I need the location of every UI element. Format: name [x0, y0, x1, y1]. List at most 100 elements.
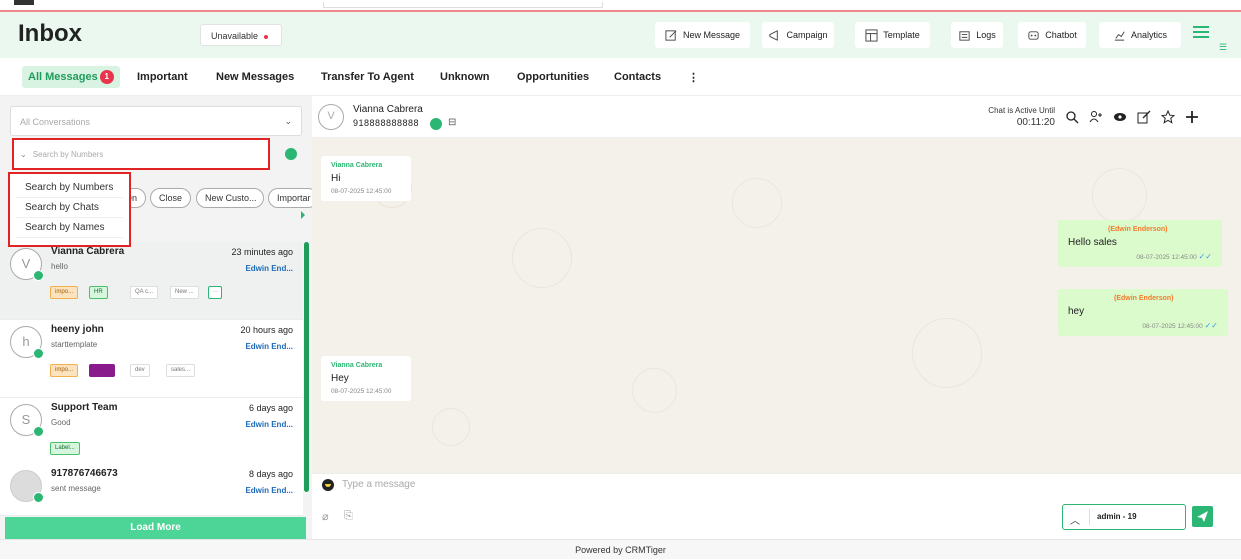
- send-button[interactable]: [1192, 506, 1213, 527]
- edit-icon[interactable]: [1137, 110, 1151, 124]
- attachment-icon[interactable]: ⌀: [322, 510, 329, 523]
- search-option-names[interactable]: Search by Names: [16, 218, 123, 238]
- last-message-preview: hello: [51, 262, 68, 271]
- tab-all-messages-label: All Messages: [28, 71, 98, 83]
- chat-contact-phone: 918888888888: [353, 118, 420, 128]
- send-icon: [1197, 511, 1208, 522]
- analytics-label: Analytics: [1130, 30, 1167, 40]
- chips-scroll-right-icon[interactable]: [301, 211, 305, 219]
- template-picker-icon[interactable]: ⎘: [344, 510, 353, 523]
- load-more-button[interactable]: Load More: [5, 517, 306, 539]
- label-tag: sales...: [166, 364, 196, 377]
- message-text: Hi: [331, 173, 341, 184]
- filter-icon[interactable]: [285, 148, 297, 160]
- tab-transfer-to-agent[interactable]: Transfer To Agent: [315, 66, 420, 88]
- search-option-chats[interactable]: Search by Chats: [16, 198, 123, 218]
- last-message-preview: sent message: [51, 484, 101, 493]
- new-message-label: New Message: [682, 30, 741, 40]
- incoming-message: Vianna Cabrera Hi 08-07-2025 12:45:00: [321, 156, 411, 201]
- tab-contacts[interactable]: Contacts: [608, 66, 667, 88]
- campaign-button[interactable]: Campaign: [762, 22, 834, 48]
- chatbot-button[interactable]: Chatbot: [1018, 22, 1086, 48]
- tab-all-messages[interactable]: All Messages 1: [22, 66, 120, 88]
- status-dropdown[interactable]: Unavailable: [200, 24, 282, 46]
- conversation-item[interactable]: h heeny john starttemplate 20 hours ago …: [0, 320, 303, 398]
- new-message-button[interactable]: New Message: [655, 22, 750, 48]
- analytics-button[interactable]: Analytics: [1099, 22, 1181, 48]
- outgoing-message: (Edwin Enderson) Hello sales 08-07-2025 …: [1058, 220, 1222, 267]
- last-message-time: 6 days ago: [248, 403, 293, 413]
- tab-new-messages[interactable]: New Messages: [210, 66, 300, 88]
- verified-icon: [430, 118, 442, 130]
- search-type-dropdown: Search by Numbers Search by Chats Search…: [8, 172, 131, 247]
- assigned-agent: Edwin End...: [245, 420, 293, 429]
- last-message-time: 8 days ago: [248, 469, 293, 479]
- message-sender: Vianna Cabrera: [331, 362, 383, 369]
- hamburger-icon[interactable]: [1193, 26, 1209, 40]
- conversation-filter-value: All Conversations: [20, 117, 91, 127]
- chip-close[interactable]: Close: [150, 188, 191, 208]
- assigned-agent: Edwin End...: [245, 264, 293, 273]
- label-tag: dev: [130, 364, 150, 377]
- logs-button[interactable]: Logs: [951, 22, 1003, 48]
- chat-active-timer: 00:11:20: [1016, 117, 1055, 128]
- conversation-sidebar: All Conversations ⌄ ⌄ Search by Numbers Se…: [0, 96, 318, 539]
- template-button[interactable]: Template: [855, 22, 930, 48]
- label-tag: HR: [89, 286, 108, 299]
- conversation-scrollbar[interactable]: [304, 232, 309, 508]
- status-dot: [264, 34, 269, 39]
- conversation-filter-select[interactable]: All Conversations ⌄: [10, 106, 302, 136]
- read-tick-icon: ✓✓: [1198, 252, 1212, 261]
- message-input[interactable]: Type a message: [342, 479, 415, 490]
- label-tag: impo...: [50, 364, 79, 377]
- message-time: 08-07-2025 12:45:00: [331, 388, 392, 395]
- plus-icon[interactable]: [1185, 110, 1199, 124]
- search-icon[interactable]: [1065, 110, 1079, 124]
- page-header: Inbox Unavailable New Message Campaign T…: [0, 12, 1241, 58]
- search-placeholder: Search by Numbers: [32, 150, 104, 159]
- tab-unknown[interactable]: Unknown: [434, 66, 496, 88]
- sender-selector[interactable]: ︿ admin - 19: [1062, 504, 1186, 530]
- wallpaper-doodle: [632, 368, 677, 413]
- add-user-icon[interactable]: [1089, 110, 1103, 124]
- avatar: [10, 470, 44, 503]
- avatar: S: [10, 404, 44, 437]
- avatar: h: [10, 326, 44, 359]
- conversation-item[interactable]: V Vianna Cabrera hello 23 minutes ago Ed…: [0, 242, 303, 320]
- status-label: Unavailable: [211, 31, 259, 41]
- chevron-down-icon: ⌄: [284, 116, 292, 126]
- tab-opportunities[interactable]: Opportunities: [511, 66, 595, 88]
- more-labels-icon[interactable]: ···: [208, 286, 222, 299]
- tabs-more-menu[interactable]: ⋮: [682, 66, 705, 88]
- chip-new-customer[interactable]: New Custo...: [196, 188, 264, 208]
- collapse-icon[interactable]: ☰: [1219, 42, 1227, 53]
- whatsapp-icon: [33, 426, 44, 437]
- assigned-agent: Edwin End...: [245, 486, 293, 495]
- emoji-icon[interactable]: [322, 479, 334, 491]
- search-input[interactable]: ⌄ Search by Numbers: [12, 138, 270, 170]
- label-tag: QA c...: [130, 286, 159, 299]
- message-time: 08-07-2025 12:45:00 ✓✓: [1136, 252, 1212, 261]
- contact-name: heeny john: [51, 324, 104, 335]
- wallpaper-doodle: [912, 318, 982, 388]
- divider: [1089, 509, 1090, 525]
- wallpaper-doodle: [1092, 168, 1147, 223]
- chip-important[interactable]: Importar: [268, 188, 318, 208]
- assigned-agent: Edwin End...: [245, 342, 293, 351]
- chevron-up-icon[interactable]: ︿: [1070, 512, 1080, 527]
- search-option-numbers[interactable]: Search by Numbers: [16, 178, 123, 198]
- conversation-item[interactable]: 917876746673 sent message 8 days ago Edw…: [0, 464, 303, 516]
- eye-icon[interactable]: [1113, 110, 1127, 124]
- label-tag: New ...: [170, 286, 199, 299]
- contact-name: Vianna Cabrera: [51, 246, 125, 257]
- star-icon[interactable]: [1161, 110, 1175, 124]
- contact-card-icon[interactable]: ⊟: [448, 117, 456, 128]
- message-tabs: All Messages 1 Important New Messages Tra…: [0, 58, 1241, 96]
- analytics-icon: [1114, 31, 1125, 41]
- incoming-message: Vianna Cabrera Hey 08-07-2025 12:45:00: [321, 356, 411, 401]
- message-time: 08-07-2025 12:45:00 ✓✓: [1142, 321, 1218, 330]
- chat-active-label: Chat is Active Until: [988, 106, 1055, 115]
- chevron-down-icon: ⌄: [20, 150, 27, 159]
- scrollbar-thumb[interactable]: [304, 242, 309, 492]
- tab-important[interactable]: Important: [131, 66, 194, 88]
